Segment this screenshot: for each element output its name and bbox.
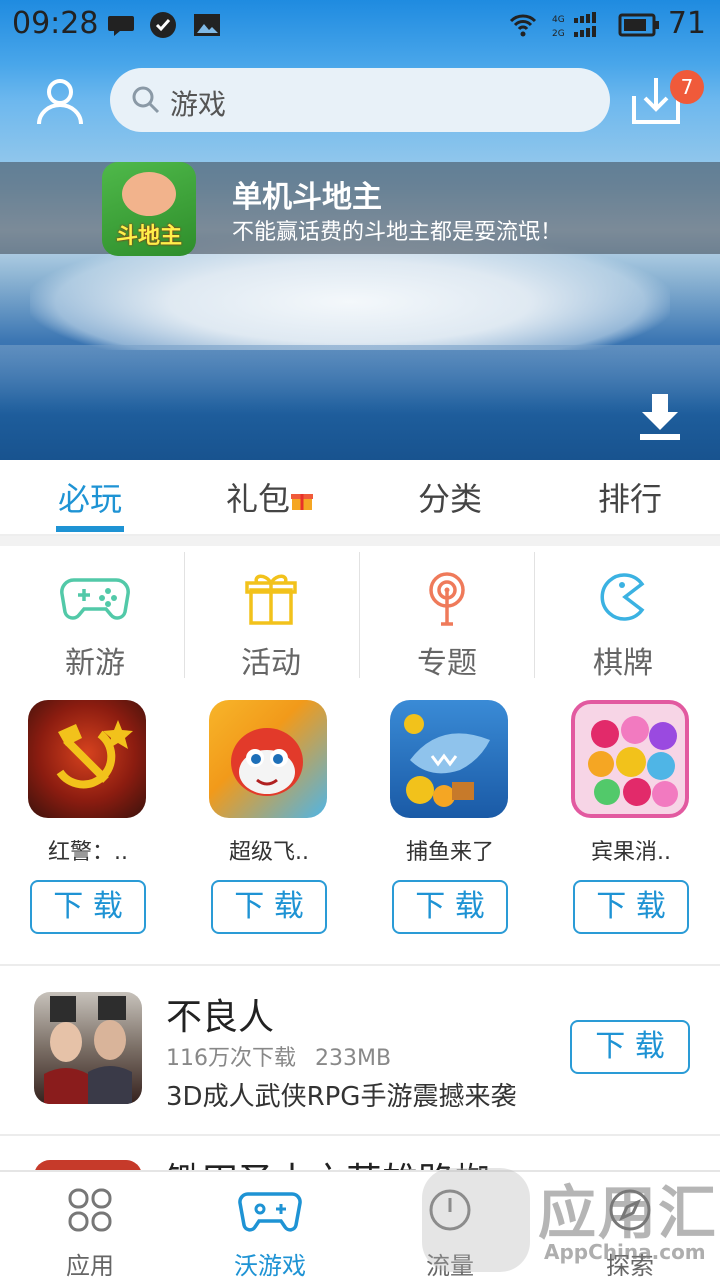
apps-grid-icon: [68, 1188, 112, 1232]
app-meta: 116万次下载 233MB: [166, 1040, 391, 1072]
tab-categories[interactable]: 分类: [360, 474, 540, 520]
characters-icon: [44, 996, 132, 1104]
nav-wo-games[interactable]: 沃游戏: [180, 1172, 360, 1280]
watermark-logo-icon: [422, 1168, 530, 1272]
download-button[interactable]: 下 载: [30, 880, 146, 934]
download-button[interactable]: 下 载: [570, 1020, 690, 1074]
image-icon: [194, 14, 220, 36]
gamepad-nav-icon: [238, 1192, 302, 1232]
pacman-icon: [600, 573, 645, 621]
recommended-games: 红警：.. 下 载 超级飞.. 下 载 捕鱼来了 下 载 宾果消.. 下 载: [0, 700, 720, 950]
nav-label: 应用: [66, 1252, 114, 1280]
category-label: 活动: [241, 646, 301, 681]
download-button[interactable]: 下 载: [211, 880, 327, 934]
app-icon-label: 斗地主: [115, 224, 182, 249]
app-name: 不良人: [166, 997, 275, 1038]
watermark-text: 应用汇: [538, 1179, 719, 1247]
category-chess-cards[interactable]: 棋牌: [533, 546, 713, 681]
svg-text:2G: 2G: [552, 29, 565, 39]
chat-icon: [108, 16, 134, 36]
main-tabs: 必玩 礼包 分类 排行: [0, 460, 720, 536]
featured-app-promo[interactable]: 斗地主 单机斗地主 不能赢话费的斗地主都是耍流氓！: [0, 162, 720, 256]
file-size: 233MB: [315, 1046, 392, 1071]
antenna-icon: [429, 572, 465, 626]
search-input[interactable]: 游戏: [110, 68, 610, 132]
robot-plane-icon: [231, 728, 303, 796]
svg-text:4G: 4G: [552, 15, 565, 25]
tab-gifts[interactable]: 礼包: [180, 474, 360, 520]
candy-icon: [588, 716, 678, 807]
bingo-match-game-icon: [571, 700, 689, 818]
status-time: 09:28: [12, 6, 99, 41]
gift-icon: [245, 574, 297, 625]
nav-apps[interactable]: 应用: [0, 1172, 180, 1280]
battery-icon: [618, 13, 659, 37]
app-icon-character: [122, 172, 176, 216]
list-item[interactable]: 不良人 116万次下载 233MB 3D成人武侠RPG手游震撼来袭 下 载: [0, 966, 720, 1134]
active-tab-indicator: [56, 526, 124, 532]
category-label: 新游: [65, 646, 125, 681]
download-count-badge: 7: [670, 70, 704, 104]
tab-must-play[interactable]: 必玩: [0, 474, 180, 520]
gamepad-icon: [60, 578, 130, 620]
category-label: 棋牌: [593, 646, 653, 681]
tab-gifts-label: 礼包: [225, 480, 290, 518]
wifi-icon: [509, 14, 537, 37]
app-description: 3D成人武侠RPG手游震撼来袭: [166, 1082, 517, 1112]
fishing-game-icon: [390, 700, 508, 818]
appchina-watermark: 应用汇 AppChina.com: [414, 1160, 720, 1280]
banner-download-icon[interactable]: [636, 390, 684, 442]
game-card[interactable]: 宾果消.. 下 载: [543, 700, 720, 940]
check-circle-icon: [150, 12, 176, 38]
category-topics[interactable]: 专题: [357, 546, 537, 681]
top-bar: 游戏 7: [0, 60, 720, 140]
game-name: 红警：..: [48, 840, 128, 865]
battery-level: 71: [667, 6, 706, 41]
download-button[interactable]: 下 载: [573, 880, 689, 934]
gift-small-icon: [291, 494, 313, 510]
signal-icon: 4G 2G: [552, 12, 596, 39]
promo-title: 单机斗地主: [232, 180, 382, 215]
banner-image-reflection: [0, 345, 720, 415]
download-button[interactable]: 下 载: [392, 880, 508, 934]
promo-subtitle: 不能赢话费的斗地主都是耍流氓！: [232, 220, 563, 245]
category-label: 专题: [417, 646, 477, 681]
game-card[interactable]: 捕鱼来了 下 载: [362, 700, 542, 940]
search-placeholder: 游戏: [170, 88, 227, 121]
search-icon: [132, 86, 160, 114]
download-count: 116万次下载: [166, 1046, 296, 1071]
status-bar: 09:28 4G 2G 71: [0, 0, 720, 50]
game-card[interactable]: 超级飞.. 下 载: [181, 700, 361, 940]
hammer-sickle-icon: [56, 720, 133, 789]
watermark-url: AppChina.com: [544, 1240, 706, 1264]
super-wings-game-icon: [209, 700, 327, 818]
user-profile-icon[interactable]: [36, 76, 84, 126]
quick-categories: 新游 活动 专题 棋牌: [0, 546, 720, 686]
section-divider: [0, 536, 720, 546]
nav-label: 沃游戏: [234, 1252, 306, 1280]
game-name: 宾果消..: [591, 840, 671, 865]
game-name: 捕鱼来了: [405, 840, 494, 865]
buliangren-game-icon: [34, 992, 142, 1104]
hero-banner[interactable]: 09:28 4G 2G 71 游戏 7 斗地主 单机斗地主 不能赢话费的斗地主都…: [0, 0, 720, 460]
game-name: 超级飞..: [229, 840, 309, 865]
game-card[interactable]: 红警：.. 下 载: [0, 700, 180, 940]
shark-coin-icon: [404, 714, 490, 807]
tab-rankings[interactable]: 排行: [540, 474, 720, 520]
doudizhu-app-icon: 斗地主: [102, 162, 196, 256]
red-alert-game-icon: [28, 700, 146, 818]
category-events[interactable]: 活动: [181, 546, 361, 681]
category-new-games[interactable]: 新游: [5, 546, 185, 681]
